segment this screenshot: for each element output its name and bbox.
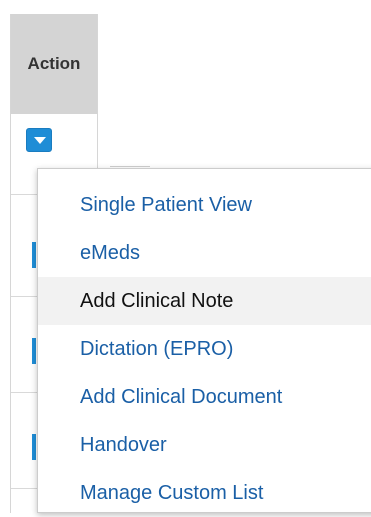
menu-item-single-patient-view[interactable]: Single Patient View bbox=[38, 181, 371, 229]
row-indicator bbox=[32, 242, 36, 268]
menu-item-handover[interactable]: Handover bbox=[38, 421, 371, 469]
row-indicator bbox=[32, 338, 36, 364]
menu-item-dictation[interactable]: Dictation (EPRO) bbox=[38, 325, 371, 373]
caret-down-icon bbox=[34, 137, 46, 144]
action-dropdown-button[interactable] bbox=[26, 128, 52, 152]
row-divider bbox=[110, 166, 150, 167]
menu-item-emeds[interactable]: eMeds bbox=[38, 229, 371, 277]
action-menu: Single Patient View eMeds Add Clinical N… bbox=[37, 168, 371, 513]
row-indicator bbox=[32, 434, 36, 460]
action-column-header: Action bbox=[11, 14, 97, 114]
menu-item-add-clinical-document[interactable]: Add Clinical Document bbox=[38, 373, 371, 421]
menu-item-manage-custom-list[interactable]: Manage Custom List bbox=[38, 469, 371, 517]
menu-item-add-clinical-note[interactable]: Add Clinical Note bbox=[38, 277, 371, 325]
